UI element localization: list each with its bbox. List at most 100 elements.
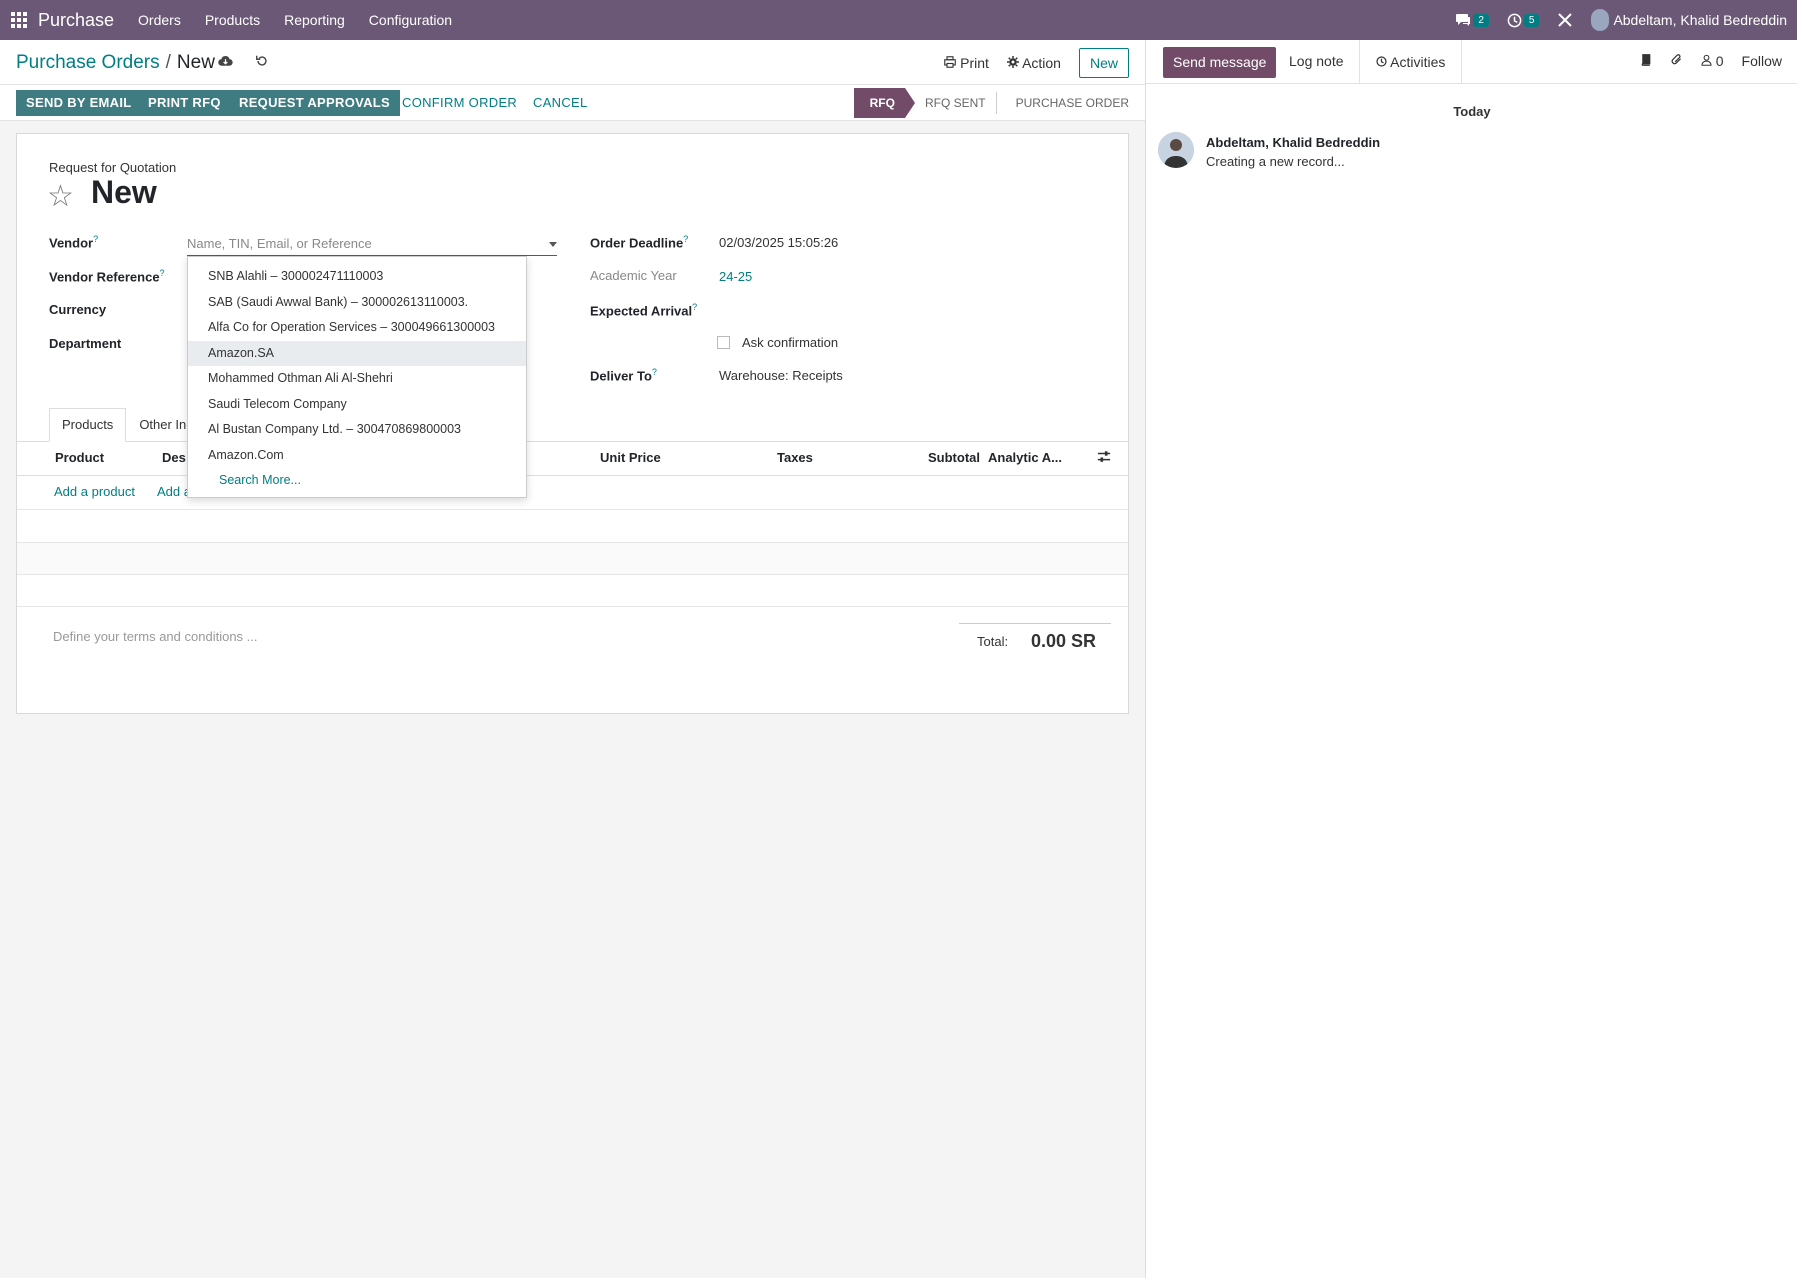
message-author-avatar[interactable] bbox=[1158, 132, 1194, 168]
date-separator: Today bbox=[1453, 104, 1491, 119]
vendor-option[interactable]: SAB (Saudi Awwal Bank) – 300002613110003… bbox=[188, 290, 526, 316]
status-bar: SEND BY EMAIL PRINT RFQ REQUEST APPROVAL… bbox=[0, 85, 1145, 121]
stage-purchase-order[interactable]: PURCHASE ORDER bbox=[995, 88, 1145, 118]
vendor-option[interactable]: SNB Alahli – 300002471110003 bbox=[188, 264, 526, 290]
paperclip-icon[interactable] bbox=[1670, 53, 1683, 69]
notebook-tabs: Products Other In bbox=[49, 408, 199, 442]
academic-year-label: Academic Year bbox=[590, 268, 677, 283]
messages-button[interactable]: 2 bbox=[1455, 13, 1489, 27]
vendor-input[interactable]: Name, TIN, Email, or Reference bbox=[187, 232, 557, 256]
table-row bbox=[17, 542, 1128, 574]
help-icon[interactable]: ? bbox=[160, 268, 165, 278]
column-unit-price[interactable]: Unit Price bbox=[600, 450, 661, 465]
deliver-to-label: Deliver To? bbox=[590, 367, 657, 384]
cancel-button[interactable]: CANCEL bbox=[523, 90, 598, 116]
vendor-option-highlighted[interactable]: Amazon.SA bbox=[188, 340, 526, 366]
column-analytic[interactable]: Analytic A... bbox=[988, 450, 1062, 465]
table-row-divider bbox=[17, 574, 1128, 575]
message-author[interactable]: Abdeltam, Khalid Bedreddin bbox=[1206, 135, 1380, 150]
request-approvals-button[interactable]: REQUEST APPROVALS bbox=[229, 90, 401, 116]
column-taxes[interactable]: Taxes bbox=[777, 450, 813, 465]
new-button[interactable]: New bbox=[1078, 48, 1129, 78]
vendor-label: Vendor? bbox=[49, 234, 99, 251]
tab-products[interactable]: Products bbox=[49, 408, 127, 442]
stage-rfq-sent[interactable]: RFQ SENT bbox=[905, 88, 996, 118]
print-button[interactable]: Print bbox=[944, 55, 989, 71]
add-section-link[interactable]: Add a bbox=[157, 484, 191, 499]
vendor-autocomplete-dropdown: SNB Alahli – 300002471110003 SAB (Saudi … bbox=[187, 256, 527, 498]
table-row bbox=[17, 509, 1128, 510]
ask-confirmation-label: Ask confirmation bbox=[742, 335, 839, 350]
breadcrumb: Purchase Orders / New bbox=[16, 52, 215, 74]
table-row-divider bbox=[17, 606, 1128, 607]
stage-rfq[interactable]: RFQ bbox=[853, 88, 916, 118]
discard-undo-icon[interactable] bbox=[255, 54, 269, 71]
breadcrumb-current: New bbox=[176, 52, 215, 73]
print-label: Print bbox=[960, 55, 989, 71]
chatter-topbar: Send message Log note Activities 0 Follo… bbox=[1146, 40, 1797, 84]
column-subtotal[interactable]: Subtotal bbox=[928, 450, 980, 465]
stage-pipeline: RFQ RFQ SENT PURCHASE ORDER bbox=[853, 85, 1145, 121]
academic-year-field[interactable]: 24-25 bbox=[719, 269, 752, 284]
help-icon[interactable]: ? bbox=[692, 302, 697, 312]
help-icon[interactable]: ? bbox=[652, 367, 657, 377]
vendor-option[interactable]: Al Bustan Company Ltd. – 300470869800003 bbox=[188, 417, 526, 443]
menu-orders[interactable]: Orders bbox=[138, 12, 181, 28]
column-description[interactable]: Des bbox=[162, 450, 186, 465]
clock-icon bbox=[1376, 56, 1387, 67]
document-type-label: Request for Quotation bbox=[49, 160, 177, 175]
book-icon[interactable] bbox=[1640, 53, 1652, 69]
ask-confirmation-checkbox[interactable] bbox=[717, 336, 730, 349]
help-icon[interactable]: ? bbox=[683, 234, 688, 244]
terms-and-conditions-field[interactable]: Define your terms and conditions ... bbox=[53, 629, 258, 644]
debug-tools-icon[interactable] bbox=[1557, 12, 1573, 28]
menu-reporting[interactable]: Reporting bbox=[284, 12, 345, 28]
send-message-button[interactable]: Send message bbox=[1163, 47, 1277, 78]
apps-menu-icon[interactable] bbox=[0, 0, 38, 40]
top-navbar: Purchase Orders Products Reporting Confi… bbox=[0, 0, 1797, 40]
add-product-link[interactable]: Add a product bbox=[54, 484, 135, 499]
activities-button[interactable]: 5 bbox=[1507, 13, 1540, 28]
dropdown-caret-icon[interactable] bbox=[549, 242, 557, 247]
breadcrumb-separator: / bbox=[165, 52, 171, 73]
total-label: Total: bbox=[977, 634, 1009, 649]
printer-icon bbox=[944, 56, 957, 68]
search-more-link[interactable]: Search More... bbox=[188, 468, 526, 494]
table-header-divider bbox=[17, 475, 1128, 476]
log-note-button[interactable]: Log note bbox=[1289, 53, 1344, 69]
vendor-option[interactable]: Mohammed Othman Ali Al-Shehri bbox=[188, 366, 526, 392]
save-cloud-icon[interactable] bbox=[218, 54, 233, 70]
order-deadline-field[interactable]: 02/03/2025 15:05:26 bbox=[719, 235, 838, 250]
vendor-option[interactable]: Amazon.Com bbox=[188, 443, 526, 469]
menu-products[interactable]: Products bbox=[205, 12, 260, 28]
help-icon[interactable]: ? bbox=[93, 234, 98, 244]
column-settings-icon[interactable] bbox=[1097, 450, 1111, 467]
deliver-to-field[interactable]: Warehouse: Receipts bbox=[719, 368, 843, 383]
followers-button[interactable]: 0 bbox=[1701, 53, 1724, 69]
follow-button[interactable]: Follow bbox=[1742, 53, 1782, 69]
activities-button[interactable]: Activities bbox=[1359, 40, 1463, 84]
breadcrumb-purchase-orders[interactable]: Purchase Orders bbox=[16, 52, 160, 73]
department-label: Department bbox=[49, 336, 122, 351]
print-rfq-button[interactable]: PRINT RFQ bbox=[138, 90, 231, 116]
user-avatar bbox=[1591, 9, 1610, 31]
chat-icon bbox=[1456, 14, 1471, 26]
send-by-email-button[interactable]: SEND BY EMAIL bbox=[16, 90, 142, 116]
user-menu[interactable]: Abdeltam, Khalid Bedreddin bbox=[1591, 9, 1787, 31]
confirm-order-button[interactable]: CONFIRM ORDER bbox=[392, 90, 527, 116]
messages-badge: 2 bbox=[1473, 13, 1489, 27]
expected-arrival-label: Expected Arrival? bbox=[590, 302, 698, 319]
vendor-option[interactable]: Alfa Co for Operation Services – 3000496… bbox=[188, 315, 526, 341]
activities-label: Activities bbox=[1390, 54, 1446, 70]
vendor-reference-label: Vendor Reference? bbox=[49, 268, 165, 285]
total-amount: 0.00 SR bbox=[1031, 631, 1097, 651]
form-sheet: Request for Quotation ☆ New Vendor? Name… bbox=[16, 133, 1129, 714]
chatter-panel: Send message Log note Activities 0 Follo… bbox=[1145, 40, 1797, 1278]
column-product[interactable]: Product bbox=[55, 450, 104, 465]
menu-configuration[interactable]: Configuration bbox=[369, 12, 452, 28]
action-button[interactable]: Action bbox=[1006, 55, 1061, 71]
star-icon[interactable]: ☆ bbox=[47, 179, 74, 214]
clock-icon bbox=[1507, 13, 1522, 27]
vendor-option[interactable]: Saudi Telecom Company bbox=[188, 392, 526, 418]
app-brand[interactable]: Purchase bbox=[38, 10, 114, 31]
